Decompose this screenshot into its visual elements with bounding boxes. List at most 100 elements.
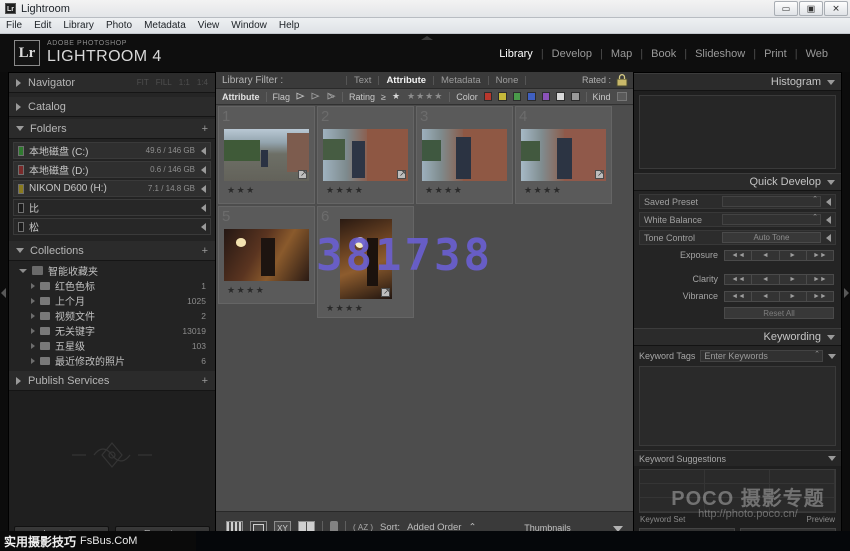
suggestion-cell[interactable] <box>640 470 705 484</box>
auto-tone-button[interactable]: Auto Tone <box>722 232 821 243</box>
right-panel-collapse-handle[interactable] <box>842 72 850 543</box>
histogram-graph[interactable] <box>639 95 836 169</box>
rating-stars-empty[interactable]: ★★★★ <box>407 91 443 102</box>
module-slideshow[interactable]: Slideshow <box>687 48 753 60</box>
exposure-down[interactable]: ◄ <box>752 251 779 260</box>
color-swatch-green[interactable] <box>513 92 522 101</box>
zoom-fill[interactable]: FILL <box>156 78 172 87</box>
menu-item-window[interactable]: Window <box>231 20 267 31</box>
collapse-arrow-icon[interactable] <box>826 216 831 224</box>
rating-star-filled[interactable]: ★ <box>392 91 401 102</box>
zoom-fit[interactable]: FIT <box>137 78 149 87</box>
collection-row[interactable]: 无关键字 13019 <box>13 323 211 338</box>
thumbnail-image[interactable] <box>422 129 507 181</box>
develop-badge-icon[interactable] <box>298 170 307 179</box>
folder-row[interactable]: 本地磁盘 (D:) 0.6 / 146 GB <box>13 161 211 178</box>
vibrance-big-down[interactable]: ◄◄ <box>725 292 752 301</box>
add-folder-icon[interactable]: + <box>202 123 208 135</box>
vibrance-up[interactable]: ► <box>780 292 807 301</box>
quick-develop-header[interactable]: Quick Develop <box>634 173 841 191</box>
exposure-big-up[interactable]: ►► <box>807 251 833 260</box>
folder-expand-icon[interactable] <box>201 185 206 193</box>
thumbnail-grid[interactable]: 1 ★★★ 2 <box>216 106 633 511</box>
module-web[interactable]: Web <box>798 48 836 60</box>
publish-services-header[interactable]: Publish Services + <box>9 371 215 391</box>
menu-item-view[interactable]: View <box>198 20 220 31</box>
grid-cell[interactable]: 5 ★★★★ <box>218 206 315 304</box>
menu-item-file[interactable]: File <box>6 20 22 31</box>
collapse-arrow-icon[interactable] <box>826 234 831 242</box>
keyword-set-row[interactable]: Keyword Set Preview <box>634 513 841 525</box>
exposure-up[interactable]: ► <box>780 251 807 260</box>
module-library[interactable]: Library <box>491 48 541 60</box>
color-swatch-red[interactable] <box>484 92 493 101</box>
suggestion-cell[interactable] <box>770 470 835 484</box>
folder-expand-icon[interactable] <box>201 147 206 155</box>
white-balance-select[interactable] <box>722 214 821 225</box>
folder-row[interactable]: 比 <box>13 199 211 216</box>
keyword-suggestions-grid[interactable] <box>639 469 836 513</box>
white-balance-row[interactable]: White Balance <box>639 212 836 227</box>
collection-group-row[interactable]: 智能收藏夹 <box>13 263 211 278</box>
keyword-text-area[interactable] <box>639 366 836 446</box>
flag-pick-icon[interactable] <box>296 92 305 102</box>
flag-reject-icon[interactable] <box>327 92 336 102</box>
zoom-1-1[interactable]: 1:1 <box>179 78 190 87</box>
suggestion-cell[interactable] <box>705 498 770 512</box>
reset-all-button[interactable]: Reset All <box>724 307 834 319</box>
menu-item-photo[interactable]: Photo <box>106 20 132 31</box>
tone-control-row[interactable]: Tone Control Auto Tone <box>639 230 836 245</box>
suggestion-cell[interactable] <box>770 498 835 512</box>
filter-lock-icon[interactable] <box>616 74 628 87</box>
suggestion-cell[interactable] <box>705 470 770 484</box>
folder-expand-icon[interactable] <box>201 166 206 174</box>
minimize-button[interactable]: ▭ <box>774 1 798 16</box>
thumbnail-image[interactable] <box>521 129 606 181</box>
vibrance-steppers[interactable]: ◄◄ ◄ ► ►► <box>724 291 834 302</box>
suggestion-cell[interactable] <box>705 484 770 498</box>
develop-badge-icon[interactable] <box>397 170 406 179</box>
saved-preset-select[interactable] <box>722 196 821 207</box>
catalog-header[interactable]: Catalog <box>9 97 215 117</box>
zoom-1-4[interactable]: 1:4 <box>197 78 208 87</box>
grid-cell[interactable]: 4 ★★★★ <box>515 106 612 204</box>
color-swatch-purple[interactable] <box>542 92 551 101</box>
color-swatch-none[interactable] <box>556 92 565 101</box>
thumbnail-image[interactable] <box>323 129 408 181</box>
collections-header[interactable]: Collections + <box>9 241 215 261</box>
develop-badge-icon[interactable] <box>381 288 390 297</box>
grid-cell[interactable]: 3 ★★★★ <box>416 106 513 204</box>
folder-row[interactable]: 本地磁盘 (C:) 49.6 / 146 GB <box>13 142 211 159</box>
menu-item-library[interactable]: Library <box>63 20 94 31</box>
top-panel-toggle[interactable] <box>421 34 437 41</box>
collection-row[interactable]: 五星级 103 <box>13 338 211 353</box>
navigator-header[interactable]: Navigator FIT FILL 1:1 1:4 <box>9 73 215 93</box>
filter-tab-attribute[interactable]: Attribute <box>379 75 433 86</box>
exposure-steppers[interactable]: ◄◄ ◄ ► ►► <box>724 250 834 261</box>
add-collection-icon[interactable]: + <box>202 245 208 257</box>
filter-tab-text[interactable]: Text <box>347 75 378 86</box>
module-map[interactable]: Map <box>603 48 640 60</box>
collection-row[interactable]: 视频文件 2 <box>13 308 211 323</box>
menu-item-metadata[interactable]: Metadata <box>144 20 186 31</box>
filter-tab-none[interactable]: None <box>489 75 526 86</box>
suggestion-cell[interactable] <box>640 484 705 498</box>
vibrance-big-up[interactable]: ►► <box>807 292 833 301</box>
maximize-button[interactable]: ▣ <box>799 1 823 16</box>
folder-expand-icon[interactable] <box>201 223 206 231</box>
close-button[interactable]: ✕ <box>824 1 848 16</box>
keyword-input[interactable]: Enter Keywords <box>700 350 823 362</box>
left-panel-collapse-handle[interactable] <box>0 72 8 543</box>
rating-operator[interactable]: ≥ <box>381 92 386 102</box>
filter-tab-metadata[interactable]: Metadata <box>434 75 488 86</box>
clarity-down[interactable]: ◄ <box>752 275 779 284</box>
keywording-header[interactable]: Keywording <box>634 328 841 346</box>
grid-cell[interactable]: 2 ★★★★ <box>317 106 414 204</box>
folder-row[interactable]: 松 <box>13 218 211 235</box>
cell-rating[interactable]: ★★★ <box>227 185 256 196</box>
collection-row[interactable]: 红色色标 1 <box>13 278 211 293</box>
color-swatch-gray[interactable] <box>571 92 580 101</box>
menu-item-help[interactable]: Help <box>279 20 300 31</box>
grid-cell[interactable]: 1 ★★★ <box>218 106 315 204</box>
cell-rating[interactable]: ★★★★ <box>524 185 562 196</box>
